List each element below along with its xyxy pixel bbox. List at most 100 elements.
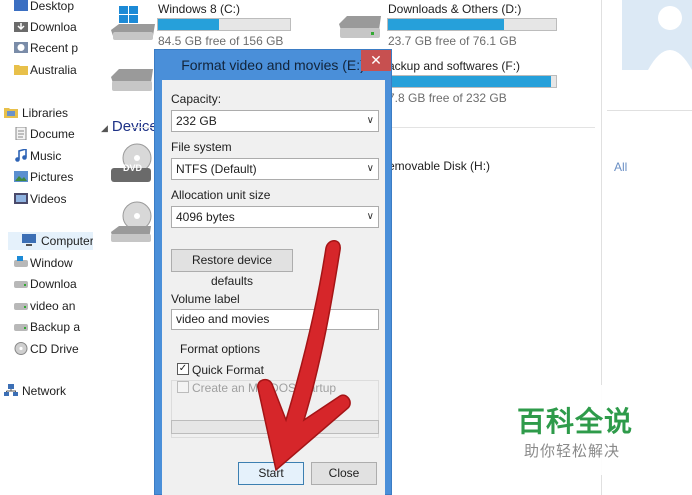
file-system-select[interactable]: NTFS (Default) ∨: [171, 158, 379, 180]
drive-usage-bar: [157, 18, 291, 31]
nav-item-music[interactable]: Music: [15, 147, 62, 165]
drive-icon: [14, 281, 28, 288]
nav-item-label: video an: [30, 299, 76, 313]
drive-usage-bar: [387, 75, 557, 88]
nav-item-windows-drive[interactable]: Window: [14, 254, 73, 272]
hard-drive-icon: [339, 16, 381, 38]
restore-defaults-button[interactable]: Restore device defaults: [171, 249, 293, 288]
watermark-subtitle: 助你轻松解决: [524, 442, 621, 460]
nav-item-label: Pictures: [30, 170, 74, 184]
nav-item-cd-drive[interactable]: CD Drive: [14, 340, 79, 358]
recent-places-icon: [14, 42, 28, 53]
nav-item-label: Downloa: [30, 277, 77, 291]
documents-icon: [15, 127, 27, 140]
watermark: 百科全说 助你轻松解决: [500, 385, 655, 475]
nav-item-label: Music: [30, 149, 62, 163]
checkmark-icon: ✓: [178, 363, 188, 374]
drive-icon: [14, 303, 28, 310]
dvd-badge: DVD: [123, 163, 143, 173]
drive-icon: [14, 324, 28, 331]
volume-label-label: Volume label: [171, 292, 240, 306]
hard-drive-icon: [111, 69, 153, 91]
nav-item-label: Libraries: [22, 106, 69, 120]
nav-item-libraries[interactable]: Libraries: [4, 104, 69, 122]
downloads-folder-icon: [14, 22, 28, 32]
capacity-label: Capacity:: [171, 92, 222, 106]
quick-format-label: Quick Format: [192, 363, 265, 377]
music-icon: [15, 149, 27, 162]
drive-c[interactable]: Windows 8 (C:) 84.5 GB free of 156 GB: [105, 0, 295, 48]
pictures-icon: [14, 171, 28, 182]
nav-item-label: Window: [30, 256, 73, 270]
nav-item-downloads-drive[interactable]: Downloa: [14, 275, 77, 293]
drive-free-space: 84.5 GB free of 156 GB: [158, 34, 284, 48]
dialog-title: Format video and movies (E:): [181, 57, 365, 73]
chevron-down-icon: ∨: [366, 163, 374, 174]
nav-item-label: Computer: [41, 234, 94, 248]
nav-item-label: Recent p: [30, 41, 79, 55]
allocation-unit-select[interactable]: 4096 bytes ∨: [171, 206, 379, 228]
msdos-startup-checkbox[interactable]: [177, 381, 189, 393]
nav-item-label: Australia: [30, 63, 77, 77]
nav-item-backup-drive[interactable]: Backup a: [14, 318, 81, 336]
nav-item-video-and-movies-drive[interactable]: video an: [14, 297, 76, 315]
drive-e[interactable]: [105, 55, 155, 103]
nav-item-australia[interactable]: Australia: [14, 61, 77, 79]
dialog-body: Capacity: 232 GB ∨ File system NTFS (Def…: [162, 80, 385, 495]
nav-item-pictures[interactable]: Pictures: [14, 168, 74, 186]
videos-icon: [14, 193, 28, 204]
drive-name: emovable Disk (H:): [388, 159, 491, 173]
computer-icon: [22, 234, 36, 246]
drive-usage-bar: [387, 18, 557, 31]
format-options-label: Format options: [178, 342, 263, 356]
nav-item-videos[interactable]: Videos: [14, 190, 67, 208]
nav-item-label: Videos: [30, 192, 67, 206]
close-button[interactable]: Close: [311, 462, 377, 485]
cd-drive-icon: [14, 342, 28, 355]
cd-drive-icon: [111, 201, 152, 242]
quick-format-checkbox[interactable]: ✓: [177, 363, 189, 375]
cd-drive[interactable]: [107, 200, 157, 250]
nav-item-label: CD Drive: [30, 342, 79, 356]
drive-name: Downloads & Others (D:): [388, 2, 522, 16]
drive-d[interactable]: Downloads & Others (D:) 23.7 GB free of …: [335, 0, 565, 48]
drive-name: Windows 8 (C:): [158, 2, 241, 16]
close-icon[interactable]: ✕: [361, 50, 391, 71]
nav-item-label: Backup a: [30, 320, 81, 334]
nav-item-desktop[interactable]: Desktop: [14, 0, 75, 15]
nav-item-label: Docume: [30, 127, 75, 141]
nav-item-label: Downloa: [30, 20, 77, 34]
drive-name: ackup and softwares (F:): [388, 59, 521, 73]
drive-free-space: 23.7 GB free of 76.1 GB: [388, 34, 517, 48]
user-avatar-icon: [622, 0, 692, 70]
network-icon: [4, 384, 18, 396]
nav-item-label: Desktop: [30, 0, 75, 13]
nav-item-network[interactable]: Network: [4, 382, 67, 400]
watermark-title: 百科全说: [517, 405, 634, 438]
nav-item-downloads[interactable]: Downloa: [14, 18, 77, 36]
drive-icon: [14, 256, 28, 267]
dvd-drive[interactable]: DVD: [107, 142, 157, 192]
start-button[interactable]: Start: [238, 462, 304, 485]
allocation-unit-value: 4096 bytes: [176, 210, 235, 224]
capacity-select[interactable]: 232 GB ∨: [171, 110, 379, 132]
nav-item-documents[interactable]: Docume: [15, 125, 75, 143]
nav-item-computer[interactable]: Computer: [8, 232, 94, 250]
nav-item-label: Network: [22, 384, 67, 398]
collapse-arrow-icon: ◢: [101, 123, 108, 133]
format-dialog: Format video and movies (E:) ✕ Capacity:…: [154, 49, 392, 495]
file-system-label: File system: [171, 140, 232, 154]
drive-free-space: 7.8 GB free of 232 GB: [388, 91, 507, 105]
divider: [607, 110, 692, 111]
capacity-value: 232 GB: [176, 114, 217, 128]
nav-item-recent-places[interactable]: Recent p: [14, 39, 79, 57]
allocation-unit-label: Allocation unit size: [171, 188, 271, 202]
windows-drive-icon: [111, 6, 155, 40]
file-system-value: NTFS (Default): [176, 162, 257, 176]
volume-label-input[interactable]: video and movies: [171, 309, 379, 330]
libraries-icon: [4, 108, 18, 118]
see-all-link[interactable]: All: [614, 160, 627, 174]
format-progress-bar: [171, 420, 379, 434]
navigation-pane: Desktop Downloa Recent p Australia Libra…: [0, 0, 94, 495]
folder-icon: [14, 65, 28, 75]
